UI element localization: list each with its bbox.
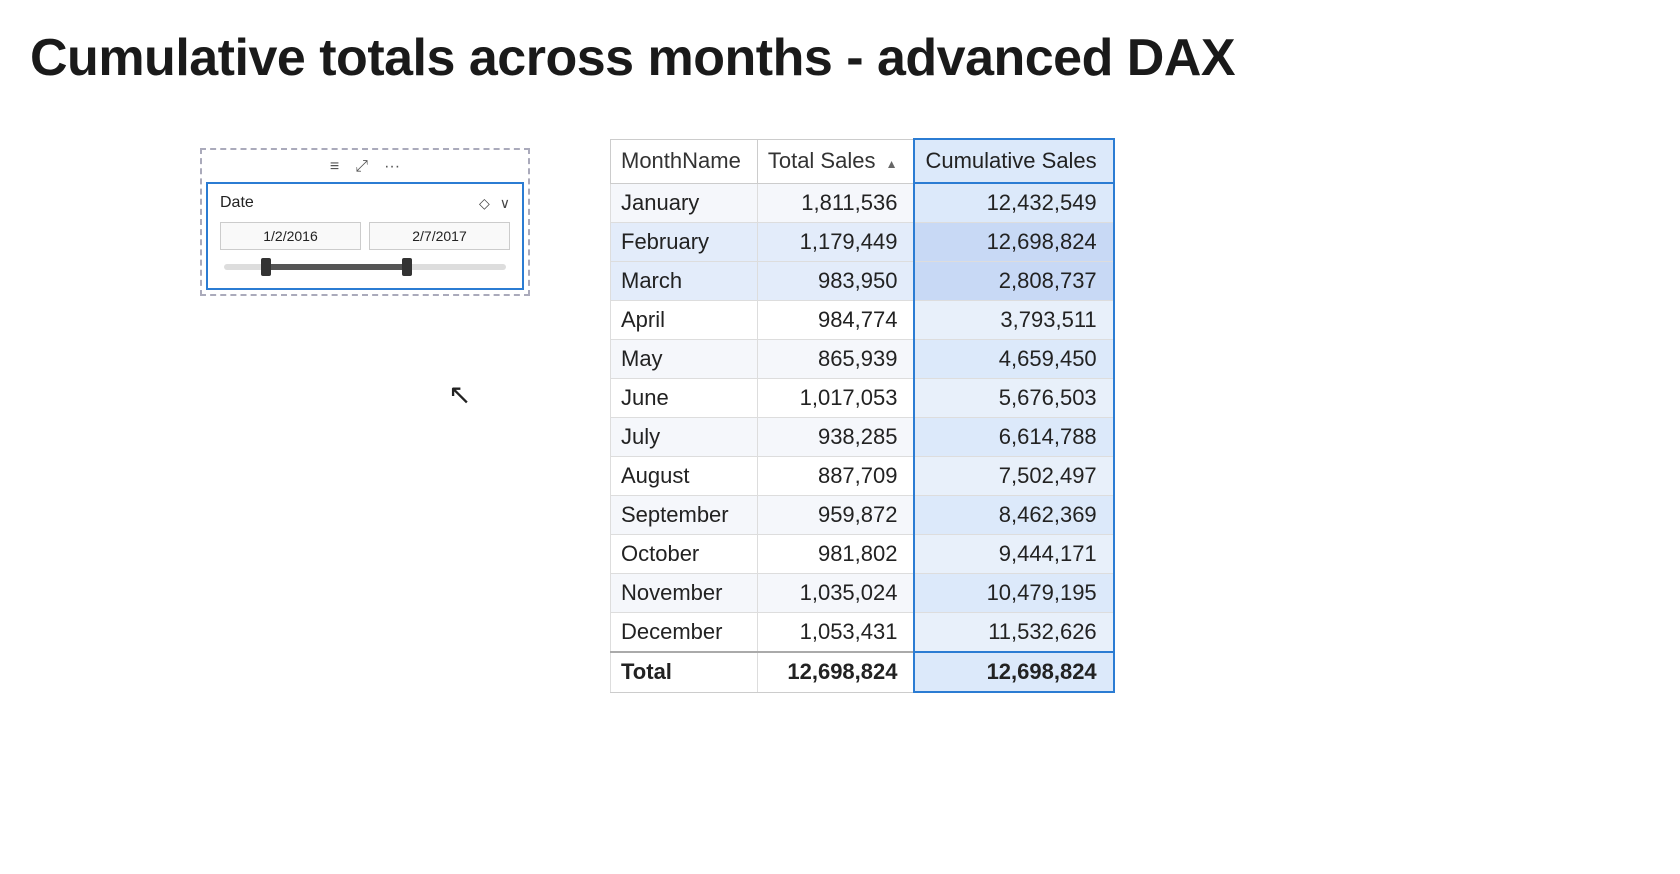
- eraser-icon[interactable]: ◇: [479, 195, 490, 212]
- date-slicer: ≡ ⤢ ··· Date ◇ ∨ 1/2/2016 2/7/2017: [200, 148, 530, 296]
- cell-cumulative-sales: 9,444,171: [914, 535, 1113, 574]
- data-table-container: MonthName Total Sales ▲ Cumulative Sales…: [610, 138, 1115, 693]
- slicer-inner: Date ◇ ∨ 1/2/2016 2/7/2017: [206, 182, 524, 290]
- cell-cumulative-sales: 3,793,511: [914, 301, 1113, 340]
- cell-month: June: [611, 379, 758, 418]
- sort-arrow-total-sales: ▲: [886, 157, 898, 171]
- cell-cumulative-sales: 10,479,195: [914, 574, 1113, 613]
- slicer-header: Date ◇ ∨: [220, 194, 510, 212]
- table-row: January1,811,53612,432,549: [611, 183, 1114, 223]
- cell-month: September: [611, 496, 758, 535]
- table-row: October981,8029,444,171: [611, 535, 1114, 574]
- cell-total-sales: 1,035,024: [757, 574, 914, 613]
- cell-cumulative-sales: 12,698,824: [914, 223, 1113, 262]
- cell-cumulative-sales: 4,659,450: [914, 340, 1113, 379]
- cell-cumulative-sales: 5,676,503: [914, 379, 1113, 418]
- resize-icon[interactable]: ⤢: [355, 158, 368, 176]
- col-header-month: MonthName: [611, 139, 758, 183]
- cursor-icon: ↖: [448, 378, 471, 411]
- slicer-date-range: 1/2/2016 2/7/2017: [220, 222, 510, 250]
- cell-month: April: [611, 301, 758, 340]
- cell-month: January: [611, 183, 758, 223]
- table-header-row: MonthName Total Sales ▲ Cumulative Sales: [611, 139, 1114, 183]
- slicer-end-date[interactable]: 2/7/2017: [369, 222, 510, 250]
- table-row: March983,9502,808,737: [611, 262, 1114, 301]
- slicer-label: Date: [220, 194, 254, 212]
- cell-month: December: [611, 613, 758, 653]
- footer-cumulative-sales: 12,698,824: [914, 652, 1113, 692]
- cell-total-sales: 938,285: [757, 418, 914, 457]
- monthly-sales-table: MonthName Total Sales ▲ Cumulative Sales…: [610, 138, 1115, 693]
- slicer-thumb-right[interactable]: [402, 258, 412, 276]
- cell-cumulative-sales: 7,502,497: [914, 457, 1113, 496]
- cell-cumulative-sales: 6,614,788: [914, 418, 1113, 457]
- table-row: December1,053,43111,532,626: [611, 613, 1114, 653]
- slicer-thumb-left[interactable]: [261, 258, 271, 276]
- table-row: April984,7743,793,511: [611, 301, 1114, 340]
- expand-icon[interactable]: ∨: [500, 195, 510, 212]
- cell-month: March: [611, 262, 758, 301]
- cell-cumulative-sales: 8,462,369: [914, 496, 1113, 535]
- cell-total-sales: 1,017,053: [757, 379, 914, 418]
- table-row: September959,8728,462,369: [611, 496, 1114, 535]
- footer-total-sales: 12,698,824: [757, 652, 914, 692]
- more-icon[interactable]: ···: [384, 158, 400, 176]
- cell-month: August: [611, 457, 758, 496]
- table-footer-row: Total 12,698,824 12,698,824: [611, 652, 1114, 692]
- cell-cumulative-sales: 11,532,626: [914, 613, 1113, 653]
- cell-month: February: [611, 223, 758, 262]
- slicer-slider-track[interactable]: [224, 264, 506, 270]
- cell-total-sales: 983,950: [757, 262, 914, 301]
- cell-month: October: [611, 535, 758, 574]
- cell-total-sales: 865,939: [757, 340, 914, 379]
- col-header-total-sales[interactable]: Total Sales ▲: [757, 139, 914, 183]
- cell-total-sales: 1,053,431: [757, 613, 914, 653]
- slicer-slider-fill: [266, 264, 407, 270]
- table-row: February1,179,44912,698,824: [611, 223, 1114, 262]
- slicer-header-icons: ◇ ∨: [479, 195, 510, 212]
- col-header-cumulative-sales: Cumulative Sales: [914, 139, 1113, 183]
- cell-total-sales: 887,709: [757, 457, 914, 496]
- cell-total-sales: 1,811,536: [757, 183, 914, 223]
- cell-month: July: [611, 418, 758, 457]
- table-row: June1,017,0535,676,503: [611, 379, 1114, 418]
- slicer-start-date[interactable]: 1/2/2016: [220, 222, 361, 250]
- cell-total-sales: 984,774: [757, 301, 914, 340]
- table-row: May865,9394,659,450: [611, 340, 1114, 379]
- slicer-toolbar: ≡ ⤢ ···: [206, 154, 524, 182]
- footer-label: Total: [611, 652, 758, 692]
- slicer-outer-frame: ≡ ⤢ ··· Date ◇ ∨ 1/2/2016 2/7/2017: [200, 148, 530, 296]
- table-row: July938,2856,614,788: [611, 418, 1114, 457]
- cell-total-sales: 1,179,449: [757, 223, 914, 262]
- hamburger-icon[interactable]: ≡: [330, 158, 339, 176]
- table-row: November1,035,02410,479,195: [611, 574, 1114, 613]
- cell-month: November: [611, 574, 758, 613]
- page-title: Cumulative totals across months - advanc…: [0, 0, 1680, 108]
- cell-cumulative-sales: 12,432,549: [914, 183, 1113, 223]
- cell-total-sales: 959,872: [757, 496, 914, 535]
- cell-total-sales: 981,802: [757, 535, 914, 574]
- cell-month: May: [611, 340, 758, 379]
- table-row: August887,7097,502,497: [611, 457, 1114, 496]
- cell-cumulative-sales: 2,808,737: [914, 262, 1113, 301]
